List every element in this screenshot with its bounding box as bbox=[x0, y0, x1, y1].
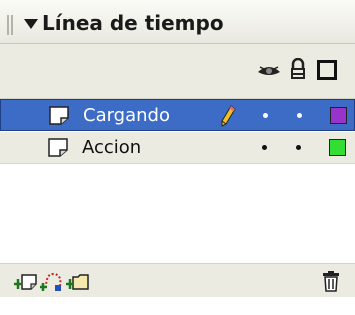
lock-dot[interactable] bbox=[296, 145, 301, 150]
pencil-icon bbox=[221, 105, 236, 127]
layer-name[interactable]: Accion bbox=[82, 136, 141, 160]
insert-layer-icon[interactable] bbox=[14, 270, 38, 292]
gripper-icon[interactable] bbox=[7, 15, 15, 35]
layer-toolbar bbox=[0, 263, 355, 297]
outline-square-icon[interactable] bbox=[317, 60, 337, 80]
insert-folder-icon[interactable] bbox=[66, 270, 90, 292]
visibility-dot[interactable] bbox=[262, 145, 267, 150]
lock-icon[interactable] bbox=[290, 58, 306, 80]
layer-color-swatch[interactable] bbox=[329, 139, 346, 156]
layer-color-swatch[interactable] bbox=[330, 107, 347, 124]
layer-row-cargando[interactable]: Cargando bbox=[0, 99, 355, 131]
panel-title-bar[interactable]: Línea de tiempo bbox=[0, 0, 355, 44]
panel-bottom-edge bbox=[0, 297, 355, 315]
eye-icon[interactable] bbox=[257, 64, 281, 78]
layer-column-header bbox=[0, 44, 355, 99]
visibility-dot[interactable] bbox=[263, 113, 268, 118]
layer-icon bbox=[48, 138, 68, 157]
layer-row-accion[interactable]: Accion bbox=[0, 132, 355, 164]
lock-dot[interactable] bbox=[297, 113, 302, 118]
layer-name[interactable]: Cargando bbox=[83, 104, 170, 128]
panel-title[interactable]: Línea de tiempo bbox=[42, 10, 224, 36]
timeline-panel: Línea de tiempo Cargando Accion bbox=[0, 0, 355, 315]
triangle-down-icon[interactable] bbox=[24, 19, 38, 29]
add-motion-guide-icon[interactable] bbox=[40, 270, 64, 292]
trash-icon[interactable] bbox=[319, 270, 343, 292]
layer-icon bbox=[49, 106, 69, 125]
layer-list: Cargando Accion bbox=[0, 99, 355, 263]
